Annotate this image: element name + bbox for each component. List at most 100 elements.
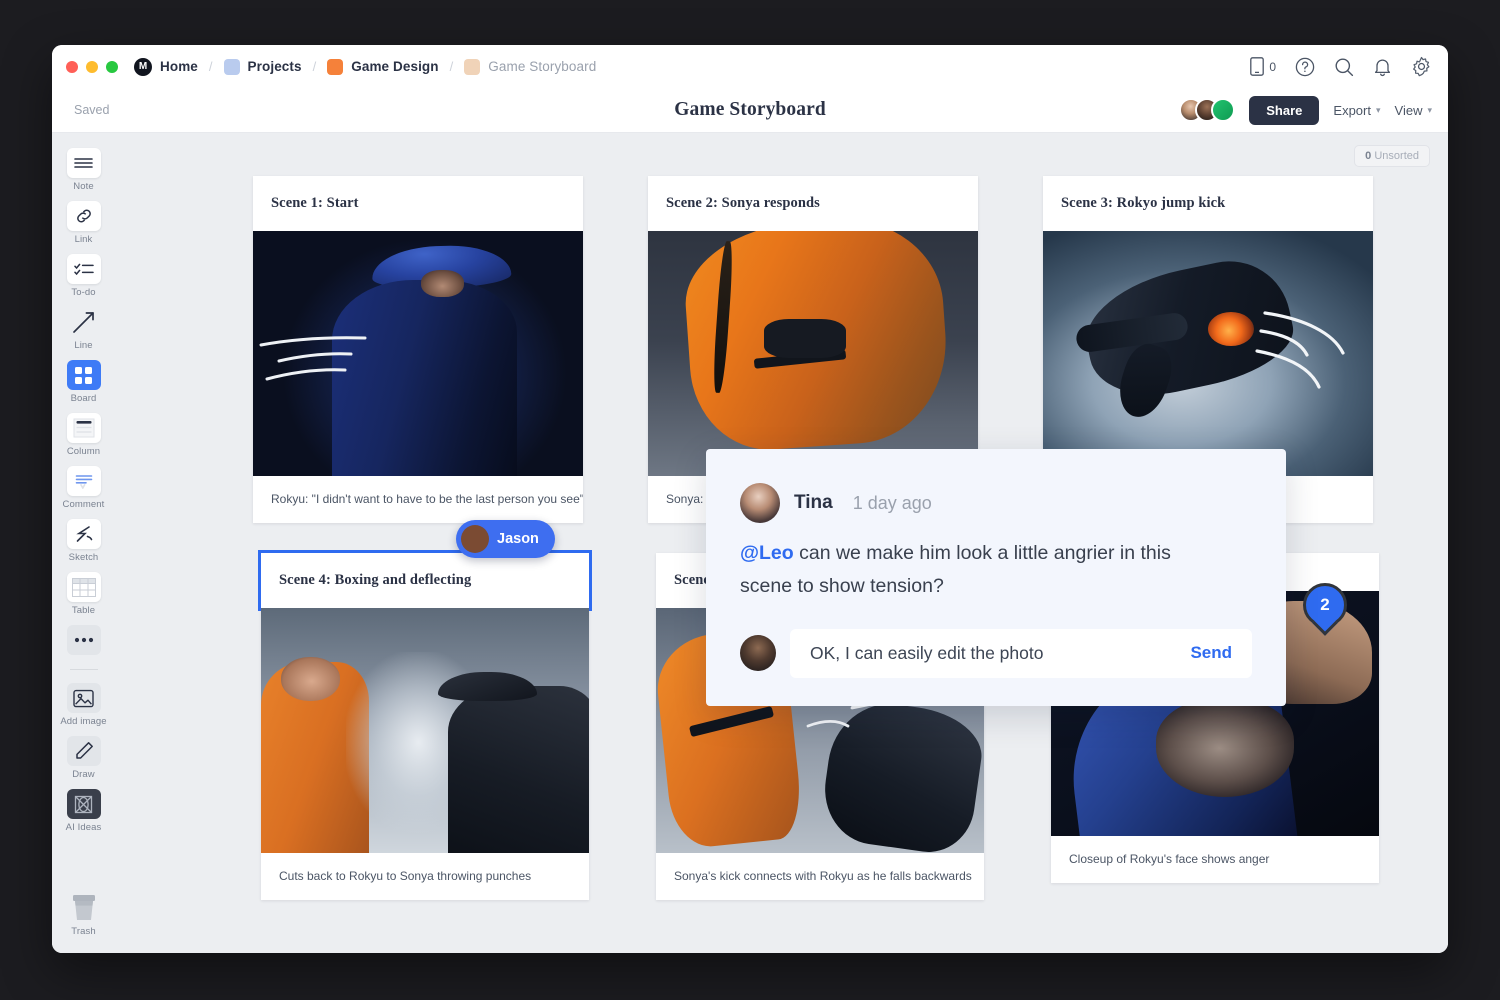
breadcrumb-separator: / bbox=[313, 59, 317, 74]
more-icon bbox=[67, 625, 101, 655]
sidebar-item-more[interactable] bbox=[52, 620, 115, 662]
line-icon bbox=[67, 307, 101, 337]
avatar[interactable] bbox=[1211, 98, 1235, 122]
breadcrumb-item-game-design[interactable]: Game Design bbox=[327, 59, 438, 75]
breadcrumb-label: Home bbox=[160, 59, 198, 74]
sidebar-item-note[interactable]: Note bbox=[52, 143, 115, 196]
table-icon bbox=[67, 572, 101, 602]
breadcrumb-item-home[interactable]: M Home bbox=[134, 58, 198, 76]
reply-input-value: OK, I can easily edit the photo bbox=[810, 643, 1043, 664]
board-canvas[interactable]: 0 Unsorted Scene 1: Start Rokyu: "I didn… bbox=[115, 133, 1448, 953]
scene-caption: Cuts back to Rokyu to Sonya throwing pun… bbox=[261, 853, 589, 900]
breadcrumb-label: Game Design bbox=[351, 59, 438, 74]
sidebar-item-label: Add image bbox=[52, 716, 115, 727]
sidebar-item-sketch[interactable]: Sketch bbox=[52, 514, 115, 567]
document-subheader: Saved Game Storyboard Share Export ▾ Vie… bbox=[52, 88, 1448, 133]
breadcrumb-label: Projects bbox=[248, 59, 302, 74]
save-status: Saved bbox=[74, 103, 109, 117]
gear-icon[interactable] bbox=[1411, 56, 1432, 77]
unsorted-count: 0 bbox=[1365, 150, 1371, 162]
comment-body-text: can we make him look a little angrier in… bbox=[740, 542, 1171, 597]
sidebar-item-todo[interactable]: To-do bbox=[52, 249, 115, 302]
todo-icon bbox=[67, 254, 101, 284]
board-icon bbox=[67, 360, 101, 390]
scene-caption: Sonya's kick connects with Rokyu as he f… bbox=[656, 853, 984, 900]
chevron-down-icon: ▾ bbox=[1376, 105, 1381, 116]
sidebar-item-label: Line bbox=[52, 340, 115, 351]
help-icon[interactable] bbox=[1295, 57, 1315, 77]
sidebar-item-label: Trash bbox=[52, 926, 115, 937]
share-button[interactable]: Share bbox=[1249, 96, 1319, 125]
comment-icon bbox=[67, 466, 101, 496]
sidebar-item-column[interactable]: Column bbox=[52, 408, 115, 461]
sidebar-item-trash[interactable]: Trash bbox=[52, 888, 115, 953]
chevron-down-icon: ▾ bbox=[1427, 105, 1432, 116]
sidebar-item-table[interactable]: Table bbox=[52, 567, 115, 620]
breadcrumb-item-projects[interactable]: Projects bbox=[224, 59, 302, 75]
scene-image bbox=[1043, 231, 1373, 476]
scene-title: Scene 3: Rokyo jump kick bbox=[1043, 176, 1373, 231]
comment-body: @Leo can we make him look a little angri… bbox=[740, 537, 1210, 603]
titlebar-actions: 0 bbox=[1250, 56, 1432, 77]
close-window-button[interactable] bbox=[66, 61, 78, 73]
trash-icon bbox=[67, 893, 101, 923]
scene-card-title-box[interactable]: Scene 3: Rokyo jump kick bbox=[1043, 176, 1373, 231]
export-menu-button[interactable]: Export ▾ bbox=[1333, 103, 1380, 118]
comment-reply-row: OK, I can easily edit the photo Send bbox=[740, 629, 1252, 678]
sidebar-item-label: Column bbox=[52, 446, 115, 457]
export-label: Export bbox=[1333, 103, 1371, 118]
unsorted-badge[interactable]: 0 Unsorted bbox=[1354, 145, 1430, 167]
unsorted-label: Unsorted bbox=[1374, 150, 1419, 162]
sidebar-item-label: Link bbox=[52, 234, 115, 245]
sidebar-item-comment[interactable]: Comment bbox=[52, 461, 115, 514]
sidebar-divider bbox=[70, 669, 98, 670]
breadcrumb-item-game-storyboard[interactable]: Game Storyboard bbox=[464, 59, 596, 75]
project-color-swatch-icon bbox=[327, 59, 343, 75]
sketch-icon bbox=[67, 519, 101, 549]
note-icon bbox=[67, 148, 101, 178]
sidebar-item-label: Draw bbox=[52, 769, 115, 780]
app-logo-icon: M bbox=[134, 58, 152, 76]
minimize-window-button[interactable] bbox=[86, 61, 98, 73]
sidebar-item-draw[interactable]: Draw bbox=[52, 731, 115, 784]
breadcrumb-label: Game Storyboard bbox=[488, 59, 596, 74]
maximize-window-button[interactable] bbox=[106, 61, 118, 73]
scene-card-title-box[interactable]: Scene 2: Sonya responds bbox=[648, 176, 978, 231]
scene-caption: Closeup of Rokyu's face shows anger bbox=[1051, 836, 1379, 883]
titlebar: M Home / Projects / Game Design / Game S… bbox=[52, 45, 1448, 88]
sidebar-item-label: Board bbox=[52, 393, 115, 404]
comment-popup[interactable]: Tina 1 day ago @Leo can we make him look… bbox=[706, 449, 1286, 706]
breadcrumb: M Home / Projects / Game Design / Game S… bbox=[134, 58, 1250, 76]
mention-link[interactable]: @Leo bbox=[740, 542, 794, 564]
sidebar-item-board[interactable]: Board bbox=[52, 355, 115, 408]
collaborator-avatars[interactable] bbox=[1179, 98, 1235, 122]
window-traffic-lights bbox=[66, 61, 118, 73]
view-label: View bbox=[1395, 103, 1423, 118]
sidebar-item-line[interactable]: Line bbox=[52, 302, 115, 355]
sidebar-item-label: Sketch bbox=[52, 552, 115, 563]
scene-card[interactable]: Scene 1: Start Rokyu: "I didn't want to … bbox=[253, 176, 583, 523]
device-icon[interactable] bbox=[1250, 57, 1264, 76]
sidebar-item-link[interactable]: Link bbox=[52, 196, 115, 249]
scene-title: Scene 2: Sonya responds bbox=[648, 176, 978, 231]
sidebar-item-label: Comment bbox=[52, 499, 115, 510]
search-icon[interactable] bbox=[1334, 57, 1354, 77]
scene-image bbox=[648, 231, 978, 476]
scene-card-title-box[interactable]: Scene 1: Start bbox=[253, 176, 583, 231]
reply-input[interactable]: OK, I can easily edit the photo Send bbox=[790, 629, 1252, 678]
sidebar-item-ai-ideas[interactable]: AI Ideas bbox=[52, 784, 115, 837]
comment-header: Tina 1 day ago bbox=[740, 483, 1252, 523]
scene-card[interactable]: Scene 4: Boxing and deflecting Cuts back… bbox=[261, 553, 589, 900]
scene-card-title-box[interactable]: Scene 4: Boxing and deflecting bbox=[261, 553, 589, 608]
sidebar-item-add-image[interactable]: Add image bbox=[52, 678, 115, 731]
draw-icon bbox=[67, 736, 101, 766]
view-menu-button[interactable]: View ▾ bbox=[1395, 103, 1432, 118]
ai-ideas-icon bbox=[67, 789, 101, 819]
scene-caption: Rokyu: "I didn't want to have to be the … bbox=[253, 476, 583, 523]
send-button[interactable]: Send bbox=[1190, 643, 1232, 663]
breadcrumb-separator: / bbox=[450, 59, 454, 74]
comment-pin-marker[interactable]: 2 bbox=[1303, 583, 1347, 635]
device-count: 0 bbox=[1269, 60, 1276, 74]
bell-icon[interactable] bbox=[1373, 57, 1392, 77]
avatar bbox=[461, 525, 489, 553]
